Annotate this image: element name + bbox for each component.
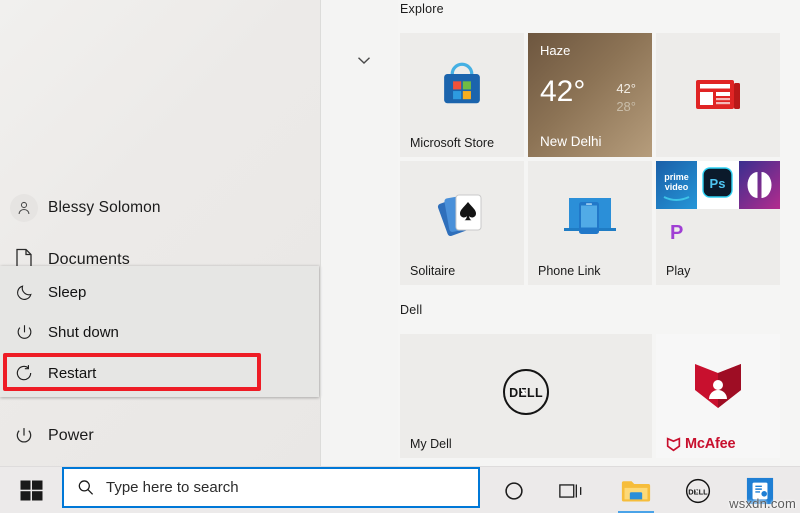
photoshop-icon: Ps (697, 161, 738, 209)
windows-logo-icon (20, 479, 43, 502)
cortana-icon[interactable] (490, 467, 538, 513)
start-menu: Blessy Solomon Documents (0, 0, 800, 466)
mcafee-brand: McAfee (666, 436, 735, 452)
search-box[interactable]: Type here to search (62, 467, 480, 508)
weather-condition: Haze (540, 43, 570, 58)
tile-phone-link[interactable]: Phone Link (528, 161, 652, 285)
dell-icon[interactable]: DELL (674, 467, 722, 513)
sidebar-item-power[interactable]: Power (0, 413, 321, 459)
tile-solitaire[interactable]: Solitaire (400, 161, 524, 285)
svg-text:video: video (665, 182, 689, 192)
tile-label-phone-link: Phone Link (538, 264, 601, 278)
restart-icon (0, 353, 48, 393)
power-icon (0, 413, 48, 459)
chevron-down-icon[interactable] (354, 52, 374, 70)
dolby-icon (739, 161, 780, 209)
tile-my-dell[interactable]: DELL My Dell (400, 334, 652, 458)
tile-weather[interactable]: Haze 42° 42° 28° New Delhi (528, 33, 652, 157)
svg-text:DELL: DELL (688, 487, 708, 496)
weather-low: 28° (616, 99, 636, 114)
tile-mcafee[interactable]: McAfee (656, 334, 780, 458)
restart-label: Restart (48, 365, 96, 382)
tile-label-microsoft-store: Microsoft Store (410, 136, 494, 150)
tile-group-title-explore[interactable]: Explore (400, 2, 444, 16)
shut-down-label: Shut down (48, 324, 119, 341)
power-icon (0, 312, 48, 352)
start-button[interactable] (8, 467, 54, 513)
start-menu-left-panel: Blessy Solomon Documents (0, 0, 321, 466)
tile-microsoft-store[interactable]: Microsoft Store (400, 33, 524, 157)
tile-news[interactable] (656, 33, 780, 157)
search-icon (64, 478, 106, 497)
svg-text:Ps: Ps (710, 176, 726, 191)
tile-play-folder[interactable]: prime video Ps (656, 161, 780, 285)
watermark: wsxdn.com (729, 496, 796, 511)
mcafee-brand-text: McAfee (685, 436, 735, 452)
play-folder-icon-strip: prime video Ps (656, 161, 780, 209)
screen: Blessy Solomon Documents (0, 0, 800, 513)
weather-temperature: 42° (540, 77, 585, 107)
svg-text:prime: prime (664, 172, 689, 182)
power-label: Power (48, 427, 94, 445)
left-panel-divider (320, 0, 321, 466)
task-view-icon[interactable] (548, 467, 596, 513)
tile-group-title-dell[interactable]: Dell (400, 303, 422, 317)
tile-label-play: Play (666, 264, 690, 278)
user-account-icon (0, 185, 48, 231)
prime-video-icon: prime video (656, 161, 697, 209)
moon-icon (0, 272, 48, 312)
phone-companion-p-icon: P (670, 223, 683, 243)
sleep-label: Sleep (48, 284, 86, 301)
sidebar-item-user-account[interactable]: Blessy Solomon (0, 185, 321, 231)
menu-item-shut-down[interactable]: Shut down (0, 312, 319, 352)
svg-text:DELL: DELL (509, 386, 543, 400)
power-flyout-menu: Sleep Shut down (0, 266, 319, 397)
weather-high: 42° (616, 81, 636, 96)
user-account-label: Blessy Solomon (48, 199, 161, 217)
weather-city: New Delhi (540, 134, 602, 149)
news-icon (656, 33, 780, 157)
tile-label-solitaire: Solitaire (410, 264, 455, 278)
search-placeholder-text: Type here to search (106, 479, 239, 496)
tile-label-my-dell: My Dell (410, 437, 452, 451)
file-explorer-icon[interactable] (612, 467, 660, 513)
menu-item-sleep[interactable]: Sleep (0, 272, 319, 312)
menu-item-restart[interactable]: Restart (0, 353, 319, 393)
mcafee-mark-icon (666, 437, 681, 452)
